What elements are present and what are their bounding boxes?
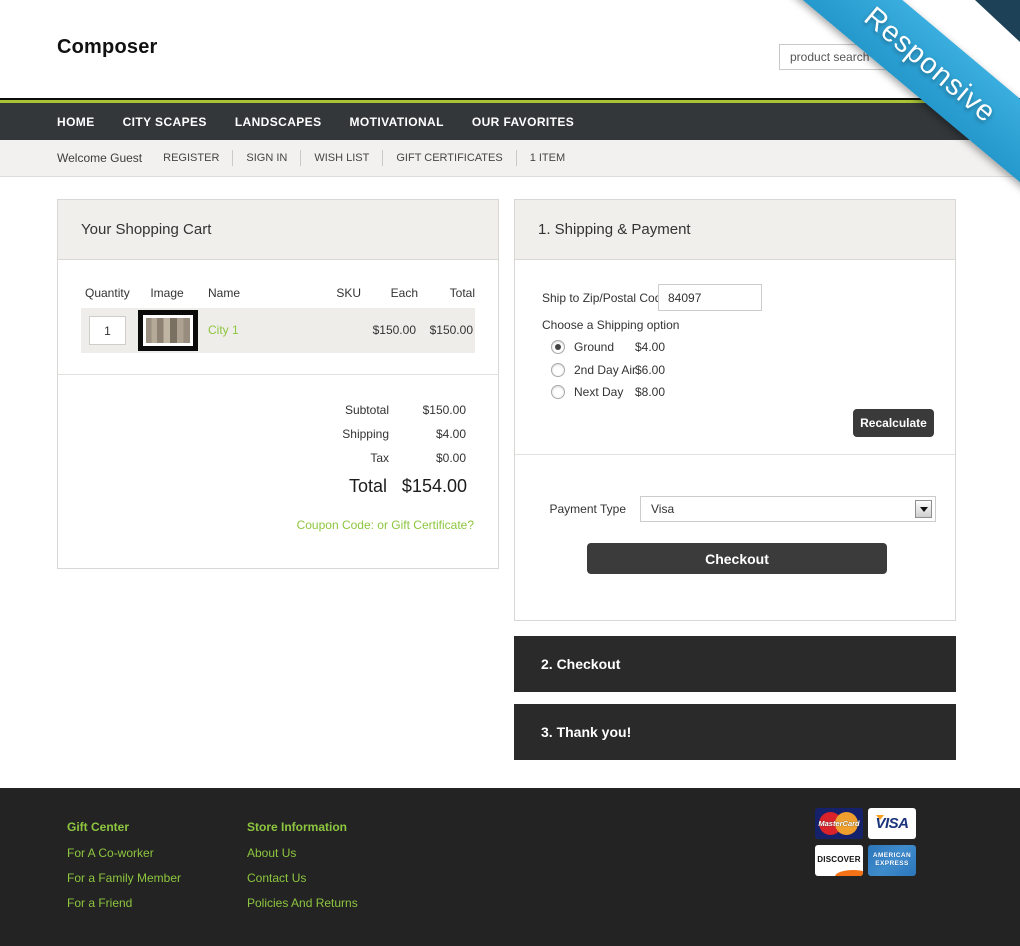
search-input[interactable] bbox=[779, 44, 941, 70]
page: Composer Responsive HOME CITY SCAPES LAN… bbox=[0, 0, 1020, 946]
payment-type-label: Payment Type bbox=[515, 502, 626, 516]
main-nav: HOME CITY SCAPES LANDSCAPES MOTIVATIONAL… bbox=[0, 103, 1020, 140]
column-quantity: Quantity bbox=[85, 286, 130, 300]
footer-link-friend[interactable]: For a Friend bbox=[67, 896, 181, 910]
chevron-down-icon bbox=[920, 507, 928, 512]
nav-item-landscapes[interactable]: LANDSCAPES bbox=[235, 115, 322, 129]
column-sku: SKU bbox=[336, 286, 361, 300]
cart-panel-title: Your Shopping Cart bbox=[58, 200, 498, 260]
subtotal-label: Subtotal bbox=[345, 398, 389, 422]
footer-heading-gift-center[interactable]: Gift Center bbox=[67, 820, 181, 834]
nav-item-our-favorites[interactable]: OUR FAVORITES bbox=[472, 115, 574, 129]
quantity-input[interactable] bbox=[89, 316, 126, 345]
column-total: Total bbox=[450, 286, 475, 300]
shipping-option-price: $4.00 bbox=[635, 340, 665, 354]
discover-swoosh bbox=[835, 870, 863, 876]
shipping-option-label: Next Day bbox=[574, 385, 623, 399]
subnav-wish-list[interactable]: WISH LIST bbox=[300, 150, 382, 166]
footer-gift-center-column: Gift Center For A Co-worker For a Family… bbox=[67, 820, 181, 921]
payment-type-value: Visa bbox=[651, 502, 674, 516]
american-express-icon: AMERICAN EXPRESS bbox=[868, 845, 916, 876]
total-value: $154.00 bbox=[402, 472, 467, 500]
cart-divider bbox=[58, 374, 498, 375]
coupon-gift-certificate-link[interactable]: Coupon Code: or Gift Certificate? bbox=[297, 518, 474, 532]
column-name: Name bbox=[208, 286, 240, 300]
step-checkout-bar[interactable]: 2. Checkout bbox=[514, 636, 956, 692]
footer-link-coworker[interactable]: For A Co-worker bbox=[67, 846, 181, 860]
tax-label: Tax bbox=[370, 446, 389, 470]
select-dropdown-button[interactable] bbox=[915, 500, 932, 518]
cart-item-row: City 1 $150.00 $150.00 bbox=[81, 308, 475, 353]
subnav-register[interactable]: REGISTER bbox=[150, 150, 232, 166]
mastercard-icon: MasterCard bbox=[815, 808, 863, 839]
shipping-option-radio[interactable] bbox=[551, 363, 565, 377]
cart-summary: Subtotal $150.00 Shipping $4.00 Tax $0.0… bbox=[58, 398, 500, 470]
shipping-value: $4.00 bbox=[436, 422, 466, 446]
subnav-gift-certificates[interactable]: GIFT CERTIFICATES bbox=[382, 150, 515, 166]
shipping-payment-title: 1. Shipping & Payment bbox=[515, 200, 955, 260]
product-photo bbox=[146, 318, 190, 343]
subnav-sign-in[interactable]: SIGN IN bbox=[232, 150, 300, 166]
payment-cards: MasterCard VISA DISCOVER AMERICAN EXPRES… bbox=[815, 808, 916, 876]
recalculate-button[interactable]: Recalculate bbox=[853, 409, 934, 437]
zip-label: Ship to Zip/Postal Code bbox=[542, 291, 668, 305]
subtotal-value: $150.00 bbox=[423, 398, 466, 422]
footer-link-contact-us[interactable]: Contact Us bbox=[247, 871, 358, 885]
shipping-option-ground[interactable]: Ground $4.00 bbox=[551, 339, 811, 355]
column-each: Each bbox=[391, 286, 418, 300]
product-total-price: $150.00 bbox=[430, 323, 473, 337]
column-image: Image bbox=[138, 286, 196, 300]
footer-link-about-us[interactable]: About Us bbox=[247, 846, 358, 860]
welcome-text: Welcome Guest bbox=[57, 151, 142, 165]
shipping-option-price: $8.00 bbox=[635, 385, 665, 399]
shipping-option-radio[interactable] bbox=[551, 385, 565, 399]
choose-shipping-label: Choose a Shipping option bbox=[542, 318, 679, 332]
panel-section-divider bbox=[515, 454, 955, 455]
shipping-option-label: 2nd Day Air bbox=[574, 363, 636, 377]
site-logo[interactable]: Composer bbox=[57, 36, 158, 59]
shipping-option-radio[interactable] bbox=[551, 340, 565, 354]
subnav-cart-count[interactable]: 1 ITEM bbox=[516, 150, 578, 166]
shipping-label: Shipping bbox=[342, 422, 389, 446]
nav-item-home[interactable]: HOME bbox=[57, 115, 95, 129]
shipping-option-label: Ground bbox=[574, 340, 614, 354]
ribbon-corner-fold bbox=[975, 0, 1020, 42]
footer-link-policies-returns[interactable]: Policies And Returns bbox=[247, 896, 358, 910]
product-thumbnail[interactable] bbox=[138, 310, 198, 351]
shipping-option-price: $6.00 bbox=[635, 363, 665, 377]
footer: Gift Center For A Co-worker For a Family… bbox=[0, 788, 1020, 946]
nav-item-city-scapes[interactable]: CITY SCAPES bbox=[123, 115, 207, 129]
total-label: Total bbox=[349, 472, 387, 500]
tax-value: $0.00 bbox=[436, 446, 466, 470]
shipping-option-2nd-day-air[interactable]: 2nd Day Air $6.00 bbox=[551, 362, 811, 378]
product-name-link[interactable]: City 1 bbox=[208, 323, 239, 337]
payment-type-select[interactable]: Visa bbox=[640, 496, 936, 522]
footer-link-family-member[interactable]: For a Family Member bbox=[67, 871, 181, 885]
product-each-price: $150.00 bbox=[373, 323, 416, 337]
footer-heading-store-information[interactable]: Store Information bbox=[247, 820, 358, 834]
checkout-button[interactable]: Checkout bbox=[587, 543, 887, 574]
cart-total-row: Total $154.00 bbox=[58, 472, 500, 500]
step-thankyou-bar[interactable]: 3. Thank you! bbox=[514, 704, 956, 760]
shopping-cart-panel: Your Shopping Cart Quantity Image Name S… bbox=[57, 199, 499, 569]
discover-icon: DISCOVER bbox=[815, 845, 863, 876]
account-subnav: Welcome Guest REGISTER SIGN IN WISH LIST… bbox=[0, 140, 1020, 177]
shipping-option-next-day[interactable]: Next Day $8.00 bbox=[551, 384, 811, 400]
visa-icon: VISA bbox=[868, 808, 916, 839]
nav-item-motivational[interactable]: MOTIVATIONAL bbox=[350, 115, 444, 129]
shipping-payment-panel: 1. Shipping & Payment Ship to Zip/Postal… bbox=[514, 199, 956, 621]
zip-input[interactable] bbox=[658, 284, 762, 311]
cart-table-header: Quantity Image Name SKU Each Total bbox=[58, 286, 500, 302]
footer-store-info-column: Store Information About Us Contact Us Po… bbox=[247, 820, 358, 921]
